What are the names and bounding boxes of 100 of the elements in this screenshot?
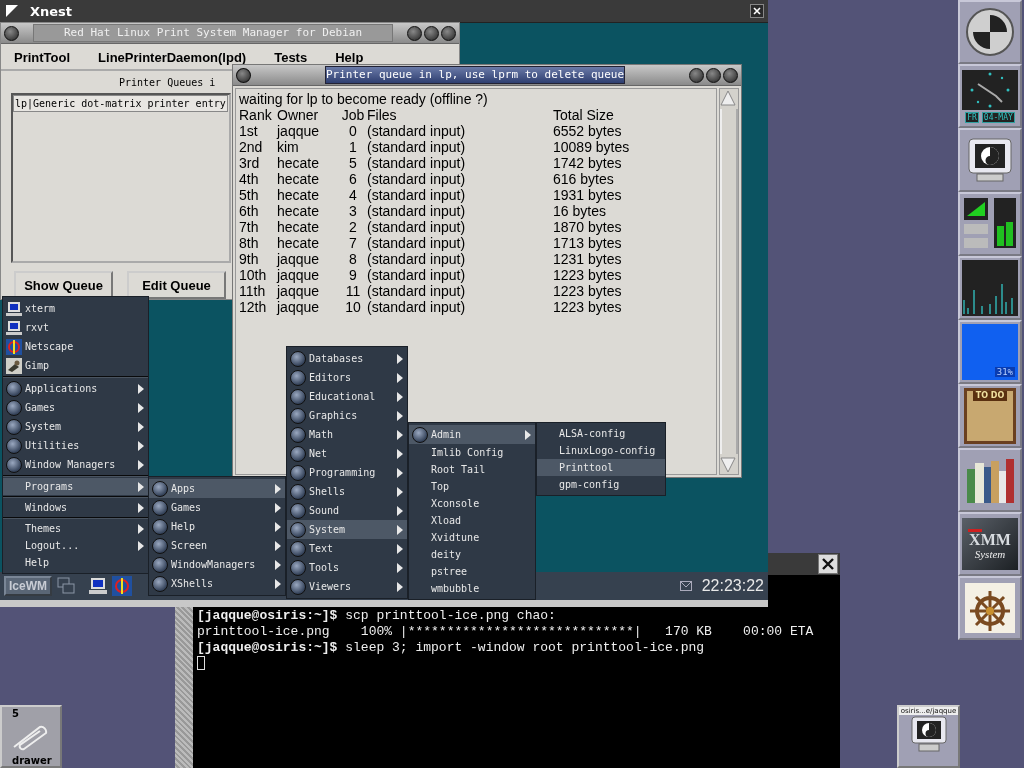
menu-bar-item[interactable]: PrintTool (14, 50, 71, 65)
table-cell-text: 3rd (239, 155, 261, 171)
dock-button[interactable] (958, 192, 1022, 256)
table-cell-text: 1223 bytes (552, 283, 623, 299)
text-cursor (197, 656, 205, 670)
menu-item[interactable]: gpm-config (537, 476, 665, 493)
dock-button[interactable] (958, 256, 1022, 320)
menu-item[interactable]: System (3, 417, 148, 436)
table-cell-text: 11th (239, 283, 267, 299)
dock-button[interactable] (958, 448, 1022, 512)
swirl-icon[interactable] (112, 576, 132, 596)
menu-item[interactable]: Help (3, 554, 148, 571)
menu-item[interactable]: Educational (287, 387, 407, 406)
window-menu-icon[interactable] (4, 3, 20, 19)
menu-item[interactable]: rxvt (3, 318, 148, 337)
menu-item[interactable]: Games (3, 398, 148, 417)
menu-item[interactable]: LinuxLogo-config (537, 442, 665, 459)
close-button[interactable] (818, 554, 838, 574)
menu-item[interactable]: Utilities (3, 436, 148, 455)
status-text: waiting for lp to become ready (offline ?) (239, 91, 489, 107)
table-cell-text: 1st (239, 123, 259, 139)
menu-item[interactable]: System (287, 520, 407, 539)
close-button[interactable] (441, 25, 456, 41)
terminal-line: [jaqque@osiris:~]$ sleep 3; import -window root printtool-ice.png (197, 640, 706, 656)
menu-item[interactable]: Apps (149, 479, 285, 498)
ball-icon (152, 518, 168, 535)
dock-button[interactable]: TO DO (958, 384, 1022, 448)
menu-item[interactable]: Xload (409, 512, 535, 529)
menu-item[interactable]: Top (409, 478, 535, 495)
table-cell-text: 9th (239, 251, 260, 267)
menu-bar-item[interactable]: LinePrinterDaemon(lpd) (98, 50, 247, 65)
window-menu-button[interactable] (236, 67, 251, 83)
table-cell-text: hecate (277, 235, 321, 251)
table-cell-text: 1931 bytes (552, 187, 623, 203)
dock-button[interactable] (958, 576, 1022, 640)
table-cell-text: 6 (348, 171, 358, 187)
maximize-button[interactable] (706, 67, 721, 83)
ball-icon (290, 407, 306, 424)
minimize-button[interactable] (407, 25, 422, 41)
window-menu-button[interactable] (4, 25, 19, 41)
start-button[interactable]: IceWM (4, 576, 52, 596)
table-cell-text: 10th (239, 267, 268, 283)
ball-icon (290, 521, 306, 538)
table-cell-text: jaqque (277, 299, 321, 315)
close-button[interactable] (723, 67, 738, 83)
ball-icon (6, 399, 22, 416)
dock-button[interactable]: FR 04-MAY (958, 64, 1022, 128)
menu-item[interactable]: Databases (287, 349, 407, 368)
ball-icon (290, 426, 306, 443)
menu-item[interactable]: pstree (409, 563, 535, 580)
table-cell-text: 0 (348, 123, 358, 139)
menu-bar-item[interactable]: Help (335, 50, 364, 65)
menu-item[interactable]: Netscape (3, 337, 148, 356)
logo-text: System (974, 547, 1006, 560)
submenu-arrow-icon (397, 353, 403, 364)
column-header: Rank (239, 107, 273, 123)
disc-icon (965, 7, 1015, 57)
minimize-button[interactable] (689, 67, 704, 83)
windows-icon[interactable] (56, 576, 76, 596)
menu-bar-item[interactable]: Tests (274, 50, 308, 65)
table-cell-text: (standard input) (367, 139, 467, 155)
menu-item[interactable]: xterm (3, 299, 148, 318)
menu-item[interactable]: wmbubble (409, 580, 535, 597)
dock-button[interactable]: 31% (958, 320, 1022, 384)
menu-item[interactable]: Graphics (287, 406, 407, 425)
table-cell-text: (standard input) (367, 267, 467, 283)
menu-item[interactable]: Xconsole (409, 495, 535, 512)
menu-item[interactable]: deity (409, 546, 535, 563)
maximize-button[interactable] (424, 25, 439, 41)
table-cell-text: 16 bytes (552, 203, 607, 219)
dock-button[interactable] (958, 128, 1022, 192)
close-icon[interactable] (750, 4, 764, 18)
drawer-button[interactable]: 5 drawer (0, 705, 62, 768)
queue-button[interactable]: Edit Queue (127, 271, 226, 299)
menu-item[interactable]: Programs (3, 478, 148, 495)
menu-item[interactable]: Imlib Config (409, 444, 535, 461)
menu-item[interactable]: Editors (287, 368, 407, 387)
menu-item[interactable]: Applications (3, 379, 148, 398)
table-cell-text: kim (277, 139, 300, 155)
mail-icon[interactable] (679, 581, 692, 591)
table-cell-text: hecate (277, 219, 321, 235)
monitor-icon (908, 715, 949, 753)
ball-icon (290, 388, 306, 405)
table-cell-text: 3 (348, 203, 358, 219)
table-cell-text: 7 (348, 235, 358, 251)
close-icon (822, 558, 834, 570)
terminal-icon[interactable] (88, 577, 108, 595)
menu-item[interactable]: ALSA-config (537, 425, 665, 442)
menu-item[interactable]: Admin (409, 425, 535, 444)
dock-button[interactable] (958, 0, 1022, 64)
list-item[interactable]: lp|Generic dot-matrix printer entry (13, 95, 228, 112)
ball-icon (6, 456, 22, 473)
dock-button[interactable]: XMM System (958, 512, 1022, 576)
menu-item[interactable]: Root Tail (409, 461, 535, 478)
menu-item[interactable]: Printtool (537, 459, 665, 476)
menu-item[interactable]: Window Managers (3, 455, 148, 474)
table-cell-text: 1713 bytes (552, 235, 623, 251)
menu-item[interactable]: Gimp (3, 356, 148, 375)
menu-item[interactable]: Xvidtune (409, 529, 535, 546)
queue-button[interactable]: Show Queue (14, 271, 113, 299)
